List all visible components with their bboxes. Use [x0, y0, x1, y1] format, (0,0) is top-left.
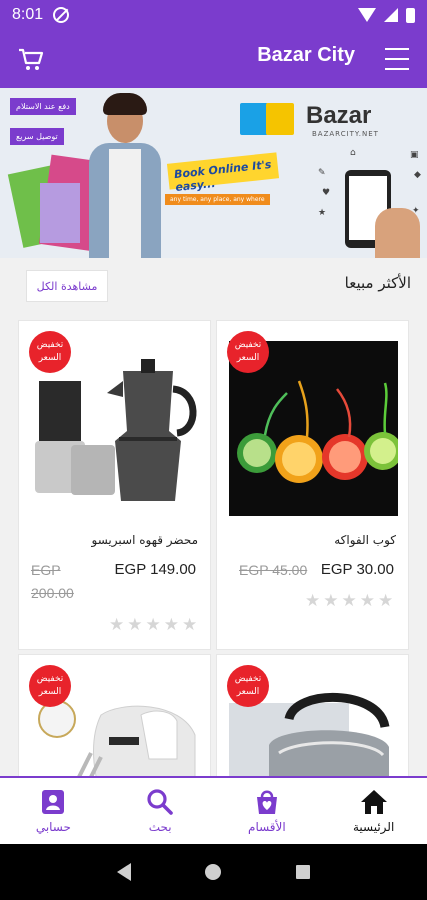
- product-name: محضر قهوه اسبريسو: [91, 533, 198, 547]
- nav-item-home[interactable]: الرئيسية: [320, 778, 427, 844]
- rating-stars: ★ ★ ★ ★ ★: [305, 591, 393, 611]
- product-old-price: EGP: [31, 562, 61, 578]
- category-glyph-icon: ★: [318, 208, 327, 218]
- shopping-bag-image: [40, 183, 80, 243]
- star-icon: ★: [182, 615, 198, 635]
- status-bar: 8:01: [0, 0, 427, 30]
- star-icon: ★: [323, 591, 339, 611]
- product-price: EGP 149.00: [114, 561, 196, 578]
- home-button-icon[interactable]: [205, 864, 222, 880]
- banner-logo-subtext: BAZARCITY.NET: [312, 130, 379, 138]
- hamburger-menu-icon[interactable]: [385, 48, 409, 70]
- product-card[interactable]: تخفيض السعر: [216, 654, 409, 780]
- categories-bag-icon: [256, 790, 277, 814]
- banner-tag-delivery: توصيل سريع: [10, 128, 64, 145]
- star-icon: ★: [378, 591, 394, 611]
- nav-label-home: الرئيسية: [352, 820, 395, 834]
- product-name: كوب الفواكه: [334, 533, 396, 547]
- cart-icon[interactable]: [16, 44, 46, 74]
- discount-badge: تخفيض السعر: [227, 331, 269, 373]
- nav-label-categories: الأقسام: [248, 820, 286, 834]
- banner-book-online: Book Online It's easy...: [166, 152, 280, 194]
- product-card[interactable]: تخفيض السعر محضر قهوه اسبريسو EGP 149.00…: [18, 320, 211, 650]
- search-icon: [147, 789, 173, 815]
- star-icon: ★: [127, 615, 143, 635]
- battery-icon: [406, 7, 415, 23]
- category-glyph-icon: ⌂: [350, 148, 356, 158]
- signal-icon: [384, 8, 398, 22]
- promo-banner[interactable]: دفع عند الاستلام توصيل سريع Book Online …: [0, 88, 427, 258]
- banner-logo-text: Bazar: [306, 102, 372, 129]
- back-icon[interactable]: [117, 863, 132, 881]
- product-card[interactable]: تخفيض السعر: [18, 654, 211, 780]
- discount-badge: تخفيض السعر: [29, 331, 71, 373]
- banner-person-image: [85, 93, 165, 258]
- category-glyph-icon: ◆: [414, 170, 421, 180]
- discount-badge: تخفيض السعر: [227, 665, 269, 707]
- category-glyph-icon: ✎: [318, 168, 326, 178]
- see-all-button[interactable]: مشاهدة الكل: [26, 270, 108, 302]
- product-old-price: EGP 45.00: [239, 562, 308, 578]
- nav-label-account: حسابي: [35, 820, 71, 834]
- discount-badge: تخفيض السعر: [29, 665, 71, 707]
- bottom-navigation: حسابي بحث الأقسام الرئيسية: [0, 776, 427, 844]
- nav-item-account[interactable]: حسابي: [0, 778, 107, 844]
- category-glyph-icon: ♥: [322, 188, 331, 198]
- product-card[interactable]: تخفيض السعر كوب الفواكه EGP 30.00 EGP 45…: [216, 320, 409, 650]
- home-icon: [360, 790, 387, 814]
- bazar-logo-icon: [240, 98, 300, 138]
- star-icon: ★: [341, 591, 357, 611]
- product-old-price: 200.00: [31, 585, 74, 601]
- star-icon: ★: [145, 615, 161, 635]
- product-price: EGP 30.00: [320, 561, 394, 578]
- star-icon: ★: [305, 591, 321, 611]
- star-icon: ★: [359, 591, 375, 611]
- star-icon: ★: [109, 615, 125, 635]
- app-bar: Bazar City: [0, 30, 427, 88]
- section-header: مشاهدة الكل الأكثر مبيعا: [0, 262, 427, 310]
- account-icon: [42, 790, 65, 814]
- product-grid: تخفيض السعر كوب الفواكه EGP 30.00 EGP 45…: [18, 320, 409, 780]
- system-navigation-bar: [0, 844, 427, 900]
- nav-item-search[interactable]: بحث: [107, 778, 214, 844]
- banner-slogan: any time, any place, any where: [165, 194, 270, 205]
- category-glyph-icon: ▣: [410, 150, 419, 160]
- star-icon: ★: [163, 615, 179, 635]
- do-not-disturb-icon: [53, 7, 70, 23]
- status-time: 8:01: [12, 6, 44, 23]
- app-title: Bazar City: [257, 44, 355, 66]
- nav-item-categories[interactable]: الأقسام: [214, 778, 321, 844]
- banner-tag-cod: دفع عند الاستلام: [10, 98, 76, 115]
- nav-label-search: بحث: [148, 820, 172, 834]
- rating-stars: ★ ★ ★ ★ ★: [109, 615, 197, 635]
- wifi-icon: [358, 8, 376, 22]
- recents-icon[interactable]: [295, 865, 310, 879]
- section-title: الأكثر مبيعا: [344, 274, 411, 292]
